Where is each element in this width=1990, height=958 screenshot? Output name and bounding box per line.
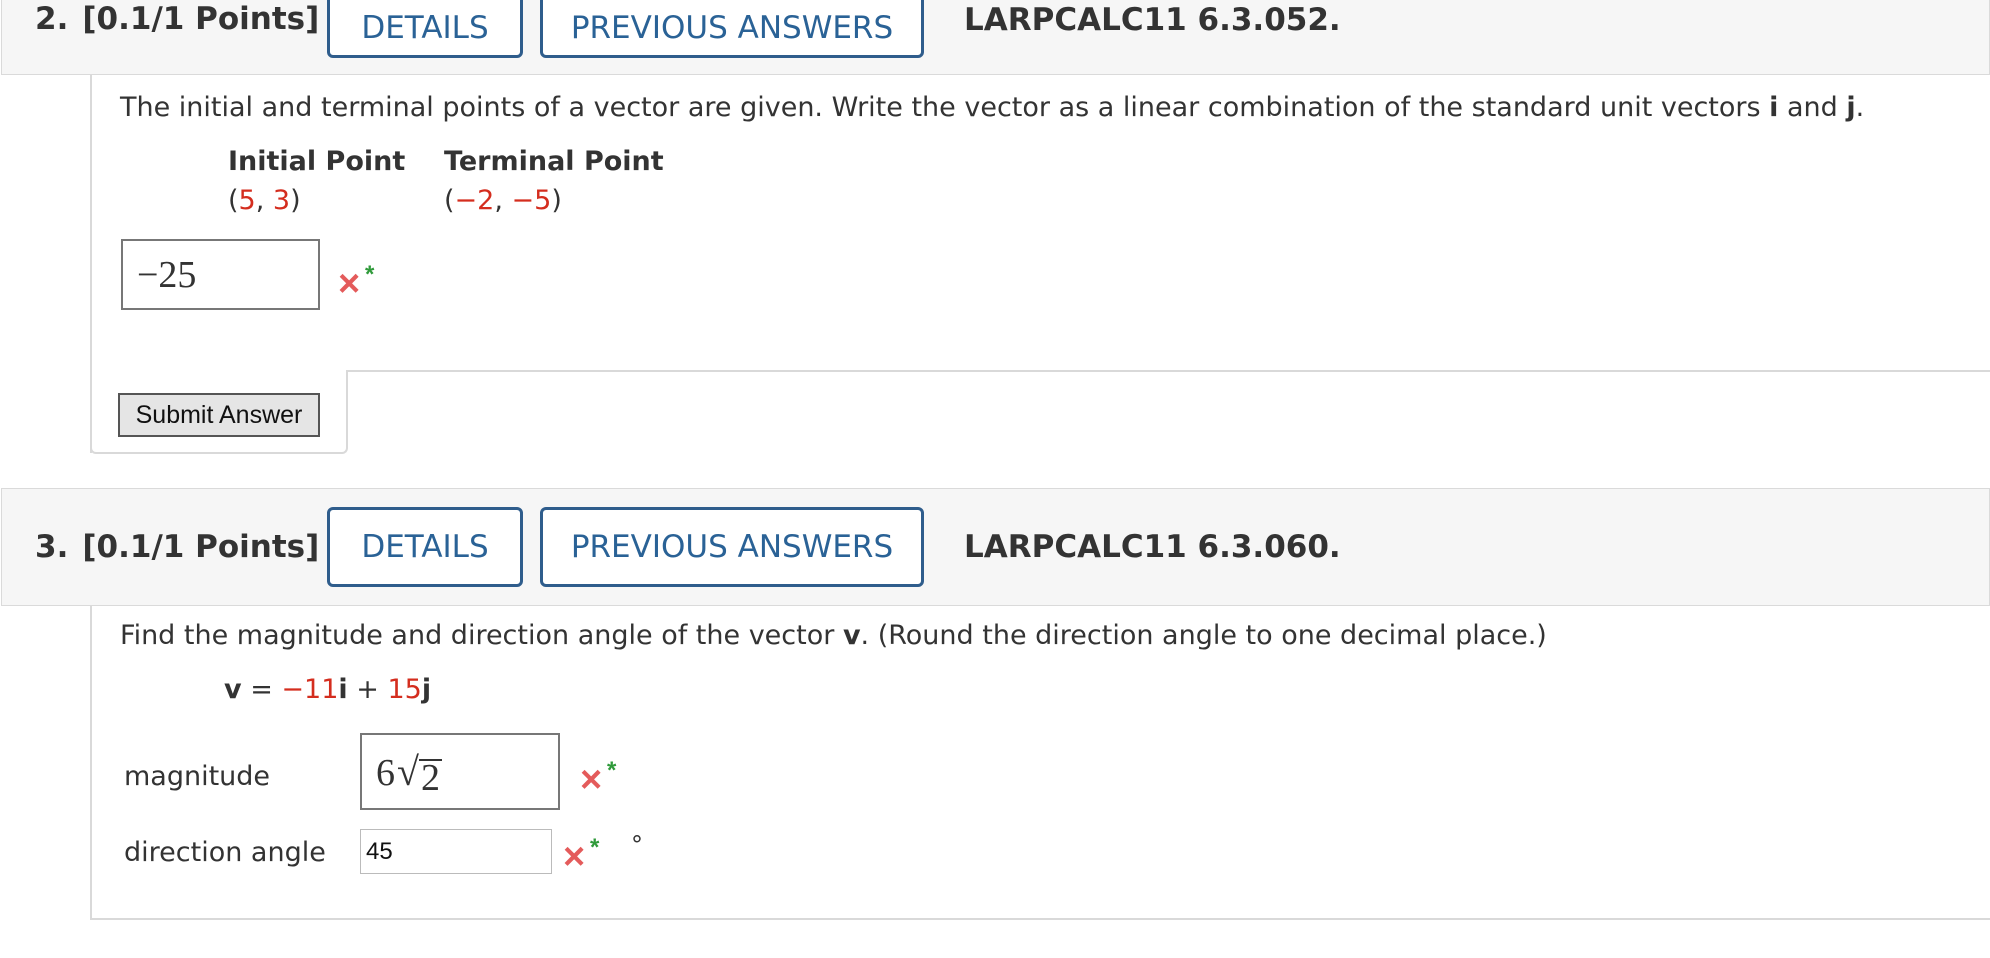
- q3-points: [0.1/1 Points]: [82, 529, 320, 565]
- magnitude-value: 6 √ 2: [376, 749, 442, 799]
- q2-previous-answers-button[interactable]: PREVIOUS ANSWERS: [540, 0, 924, 58]
- submit-answer-button[interactable]: Submit Answer: [118, 393, 320, 437]
- q2-divider: [346, 370, 1990, 372]
- q3-details-button[interactable]: DETAILS: [327, 507, 523, 587]
- q2-previous-answers-label: PREVIOUS ANSWERS: [570, 10, 894, 46]
- q3-previous-answers-button[interactable]: PREVIOUS ANSWERS: [540, 507, 924, 587]
- direction-angle-value: 45: [366, 837, 393, 865]
- sqrt-icon: √: [397, 749, 419, 794]
- direction-angle-label: direction angle: [124, 837, 326, 868]
- degree-symbol: °: [631, 831, 643, 859]
- q3-title: 3. [0.1/1 Points]: [35, 529, 319, 565]
- magnitude-label: magnitude: [124, 761, 271, 792]
- vector-equation: v = −11i + 15j: [224, 674, 432, 705]
- initial-point-value: (5, 3): [228, 185, 301, 216]
- incorrect-icon: × *: [580, 757, 617, 801]
- q2-title: 2. [0.1/1 Points]: [35, 1, 319, 37]
- terminal-point-value: (−2, −5): [444, 185, 562, 216]
- q2-number: 2.: [35, 1, 69, 37]
- q3-code: LARPCALC11 6.3.060.: [964, 529, 1341, 565]
- q2-answer-field[interactable]: −25: [121, 239, 320, 310]
- direction-angle-input[interactable]: 45: [360, 829, 552, 874]
- q3-details-label: DETAILS: [361, 529, 489, 565]
- incorrect-icon: × *: [563, 834, 600, 878]
- q2-details-label: DETAILS: [361, 10, 489, 46]
- q2-body: [90, 75, 1990, 453]
- q3-previous-answers-label: PREVIOUS ANSWERS: [570, 529, 894, 565]
- q3-prompt: Find the magnitude and direction angle o…: [120, 620, 1547, 651]
- terminal-point-header: Terminal Point: [444, 146, 664, 177]
- q2-answer-value: −25: [137, 253, 197, 296]
- q2-code: LARPCALC11 6.3.052.: [964, 2, 1341, 38]
- q2-prompt: The initial and terminal points of a vec…: [120, 92, 1865, 123]
- q2-points: [0.1/1 Points]: [82, 1, 320, 37]
- q2-details-button[interactable]: DETAILS: [327, 0, 523, 58]
- q3-number: 3.: [35, 529, 69, 565]
- initial-point-header: Initial Point: [228, 146, 406, 177]
- magnitude-field[interactable]: 6 √ 2: [360, 733, 560, 810]
- incorrect-icon: × *: [338, 261, 375, 305]
